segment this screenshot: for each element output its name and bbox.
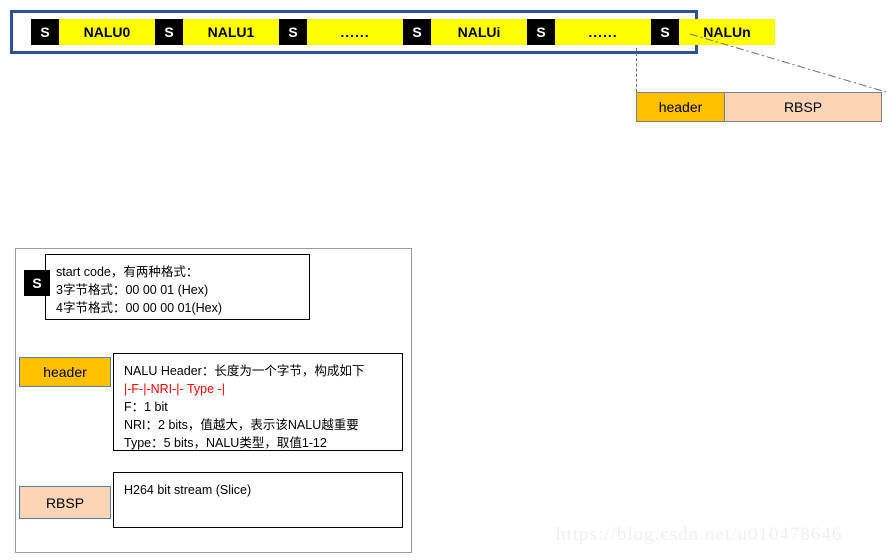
stream-start-code-block: S bbox=[403, 19, 431, 45]
stream-nalu-block: NALU1 bbox=[183, 19, 279, 45]
nalu-header-cell: header bbox=[637, 93, 725, 121]
legend-callout-header: NALU Header：长度为一个字节，构成如下 |-F-|-NRI-|- Typ… bbox=[113, 353, 403, 451]
header-desc-line: NRI：2 bits，值越大，表示该NALU越重要 bbox=[124, 418, 359, 432]
legend-swatch-rbsp: RBSP bbox=[19, 486, 111, 519]
start-code-desc-line: 3字节格式：00 00 01 (Hex) bbox=[56, 283, 209, 297]
connector-line-vertical bbox=[636, 48, 637, 92]
nal-unit-stream-bar: S NALU0 S NALU1 S...... S NALUi S...... S NALUn bbox=[10, 10, 775, 54]
stream-ellipsis-block: ...... bbox=[555, 19, 651, 45]
stream-ellipsis-block: ...... bbox=[307, 19, 403, 45]
legend-swatch-header: header bbox=[19, 357, 111, 387]
header-desc-line: F：1 bit bbox=[124, 400, 168, 414]
nalu-rbsp-cell: RBSP bbox=[725, 93, 881, 121]
stream-start-code-block: S bbox=[31, 19, 59, 45]
rbsp-desc-line: H264 bit stream (Slice) bbox=[124, 483, 252, 497]
stream-segment-track: S NALU0 S NALU1 S...... S NALUi S...... S NALUn bbox=[31, 19, 775, 45]
stream-start-code-block: S bbox=[155, 19, 183, 45]
stream-start-code-block: S bbox=[651, 19, 679, 45]
legend-callout-rbsp: H264 bit stream (Slice) bbox=[113, 472, 403, 528]
legend-callout-start-code: start code，有两种格式： 3字节格式：00 00 01 (Hex) 4字节… bbox=[45, 254, 310, 320]
watermark-url: https://blog.csdn.net/u010478646 bbox=[556, 524, 843, 545]
stream-start-code-block: S bbox=[527, 19, 555, 45]
legend-swatch-start-code: S bbox=[24, 270, 50, 296]
stream-nalu-block: NALUi bbox=[431, 19, 527, 45]
nalu-structure-bar: header RBSP bbox=[636, 92, 882, 122]
header-desc-line: Type：5 bits，NALU类型，取值1-12 bbox=[124, 436, 327, 450]
connector-line-diagonal bbox=[689, 33, 887, 93]
stream-nalu-block: NALU0 bbox=[59, 19, 155, 45]
stream-start-code-block: S bbox=[279, 19, 307, 45]
header-desc-line: NALU Header：长度为一个字节，构成如下 bbox=[124, 364, 365, 378]
start-code-desc-line: 4字节格式：00 00 00 01(Hex) bbox=[56, 301, 223, 315]
start-code-desc-line: start code，有两种格式： bbox=[56, 265, 199, 279]
header-desc-line: |-F-|-NRI-|- Type -| bbox=[124, 382, 225, 396]
